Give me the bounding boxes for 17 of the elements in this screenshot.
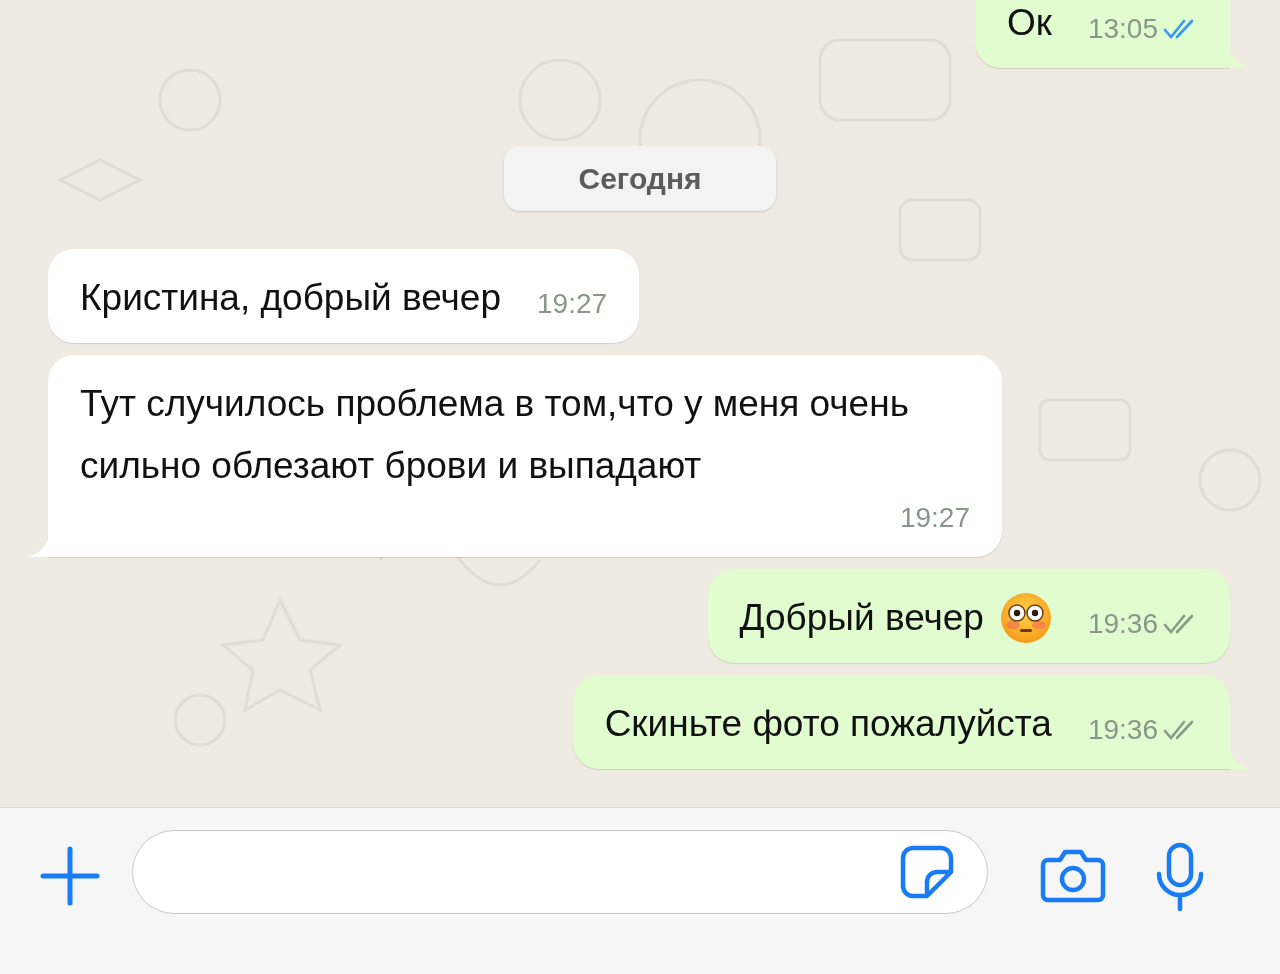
message-text: Тут случилось проблема в том,что у меня очень сильно облезают брови и выпадают (80, 382, 910, 488)
flushed-face-icon (999, 592, 1052, 644)
message-time: 19:27 (537, 287, 608, 321)
message-time: 13:05 (1087, 12, 1158, 46)
message-time: 19:36 (1087, 607, 1158, 641)
add-button[interactable] (40, 846, 100, 906)
camera-icon[interactable] (1040, 848, 1106, 904)
plus-icon (40, 846, 100, 906)
microphone-icon[interactable] (1154, 842, 1206, 912)
date-label: Сегодня (504, 146, 776, 211)
message-time: 19:27 (899, 501, 970, 535)
message-time: 19:36 (1087, 713, 1158, 747)
sticker-icon[interactable] (899, 844, 955, 900)
message-text: Скиньте фото пожалуйста (604, 702, 1052, 746)
message-text: Ок (1006, 1, 1052, 45)
message-text: Добрый вечер (739, 596, 984, 640)
message-text: Кристина, добрый вечер (80, 276, 501, 320)
